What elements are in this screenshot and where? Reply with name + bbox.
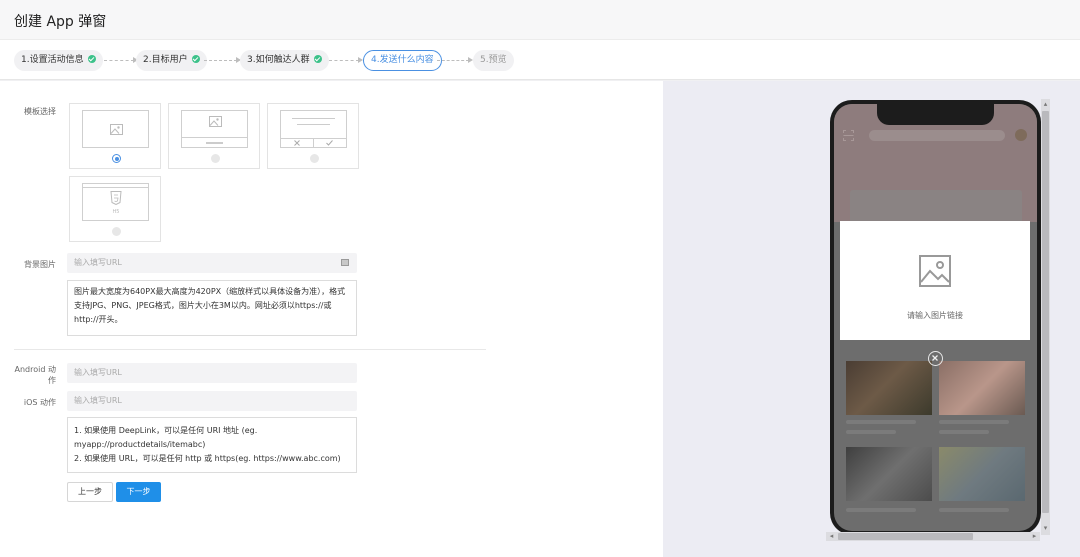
ios-action-input[interactable]: 输入填写URL: [67, 391, 357, 411]
product-title-bar: [846, 420, 916, 424]
check-circle-icon: [313, 55, 322, 63]
product-title-bar: [939, 420, 1009, 424]
step-connector: [329, 57, 363, 63]
template-label: 模板选择: [24, 107, 56, 116]
step-1-label: 1.设置活动信息: [21, 55, 84, 65]
ios-action-label: iOS 动作: [23, 398, 56, 407]
image-icon: [110, 124, 123, 135]
product-title-bar: [939, 508, 1009, 512]
product-title-bar: [846, 508, 916, 512]
product-image: [846, 361, 932, 415]
close-icon: [932, 355, 938, 361]
page-title: 创建 App 弹窗: [14, 14, 107, 30]
android-action-label: Android 动作: [14, 365, 56, 385]
template-preview-frame: [181, 110, 248, 148]
product-image: [939, 361, 1025, 415]
check-circle-icon: [191, 55, 200, 63]
step-connector: [437, 57, 473, 63]
background-image-hint: 图片最大宽度为640PX最大高度为420PX（缩放样式以具体设备为准），格式支持…: [67, 280, 357, 336]
step-4[interactable]: 4.发送什么内容: [363, 50, 442, 71]
vertical-scrollbar[interactable]: ▴ ▾: [1041, 99, 1050, 535]
scroll-right-icon[interactable]: ▸: [1030, 532, 1039, 541]
product-title-bar: [939, 430, 989, 434]
step-1[interactable]: 1.设置活动信息: [14, 50, 103, 71]
template-radio-image[interactable]: [112, 154, 121, 163]
horizontal-scroll-thumb[interactable]: [838, 533, 973, 540]
phone-notch: [877, 104, 994, 125]
image-placeholder-icon: [919, 255, 951, 287]
popup-close-button[interactable]: [928, 351, 943, 366]
html5-icon: [110, 191, 122, 205]
template-card-text-confirm[interactable]: [267, 103, 359, 169]
step-5[interactable]: 5.预览: [473, 50, 514, 71]
product-image: [939, 447, 1025, 501]
scan-icon: [843, 130, 854, 141]
template-radio-html5[interactable]: [112, 227, 121, 236]
app-avatar: [1015, 129, 1027, 141]
template-preview-frame: [280, 110, 347, 148]
step-3[interactable]: 3.如何触达人群: [240, 50, 329, 71]
template-footer-split: [313, 138, 314, 147]
close-icon: [294, 140, 300, 146]
image-icon: [209, 116, 222, 127]
steps-bar: 1.设置活动信息 2.目标用户 3.如何触达人群 4.发送什么内容 5.预览: [0, 40, 1080, 80]
action-hint: 1. 如果使用 DeepLink，可以是任何 URI 地址 (eg. myapp…: [67, 417, 357, 473]
step-2[interactable]: 2.目标用户: [136, 50, 207, 71]
step-connector: [104, 57, 138, 63]
content-form: 模板选择 H5 背景图片 输入填写URL 图片最大宽度为640PX最大高度为42…: [0, 81, 663, 557]
app-search-bar: [869, 130, 1005, 141]
template-bar-text: [206, 142, 223, 144]
phone-screen: 请输入图片链接: [834, 104, 1037, 531]
scroll-left-icon[interactable]: ◂: [827, 532, 836, 541]
popup-preview: 请输入图片链接: [840, 221, 1030, 340]
image-picker-icon[interactable]: [341, 259, 349, 266]
action-hint-line-1: 1. 如果使用 DeepLink，可以是任何 URI 地址 (eg. myapp…: [74, 426, 258, 449]
step-connector: [204, 57, 241, 63]
next-button[interactable]: 下一步: [116, 482, 161, 502]
scroll-down-icon[interactable]: ▾: [1041, 524, 1050, 533]
template-card-image-bar[interactable]: [168, 103, 260, 169]
scroll-up-icon[interactable]: ▴: [1041, 100, 1050, 109]
background-image-input[interactable]: 输入填写URL: [67, 253, 357, 273]
prev-button[interactable]: 上一步: [67, 482, 113, 502]
step-2-label: 2.目标用户: [143, 55, 188, 65]
step-4-label: 4.发送什么内容: [371, 55, 434, 65]
section-divider: [14, 349, 486, 350]
android-action-input[interactable]: 输入填写URL: [67, 363, 357, 383]
product-title-bar: [846, 430, 896, 434]
template-text-line: [297, 124, 330, 125]
template-radio-image-bar[interactable]: [211, 154, 220, 163]
template-card-html5[interactable]: H5: [69, 176, 161, 242]
product-image: [846, 447, 932, 501]
popup-placeholder-text: 请输入图片链接: [907, 311, 963, 320]
phone-mockup: 请输入图片链接: [830, 100, 1041, 535]
vertical-scroll-thumb[interactable]: [1042, 111, 1049, 513]
template-text-line: [292, 118, 335, 119]
template-preview-frame: [82, 110, 149, 148]
template-preview-frame: H5: [82, 183, 149, 221]
page-header: 创建 App 弹窗: [0, 0, 1080, 40]
template-top-line: [83, 187, 148, 188]
step-5-label: 5.预览: [480, 55, 507, 65]
action-hint-line-2: 2. 如果使用 URL，可以是任何 http 或 https(eg. https…: [74, 454, 341, 463]
template-radio-text-confirm[interactable]: [310, 154, 319, 163]
background-image-label: 背景图片: [24, 260, 56, 269]
template-badge: H5: [112, 209, 120, 215]
preview-panel: 请输入图片链接 ▴ ▾ ◂ ▸: [663, 81, 1080, 557]
check-circle-icon: [87, 55, 96, 63]
template-card-image[interactable]: [69, 103, 161, 169]
step-3-label: 3.如何触达人群: [247, 55, 310, 65]
horizontal-scrollbar[interactable]: ◂ ▸: [826, 532, 1040, 541]
check-icon: [326, 140, 333, 146]
template-bar-line: [182, 137, 247, 138]
